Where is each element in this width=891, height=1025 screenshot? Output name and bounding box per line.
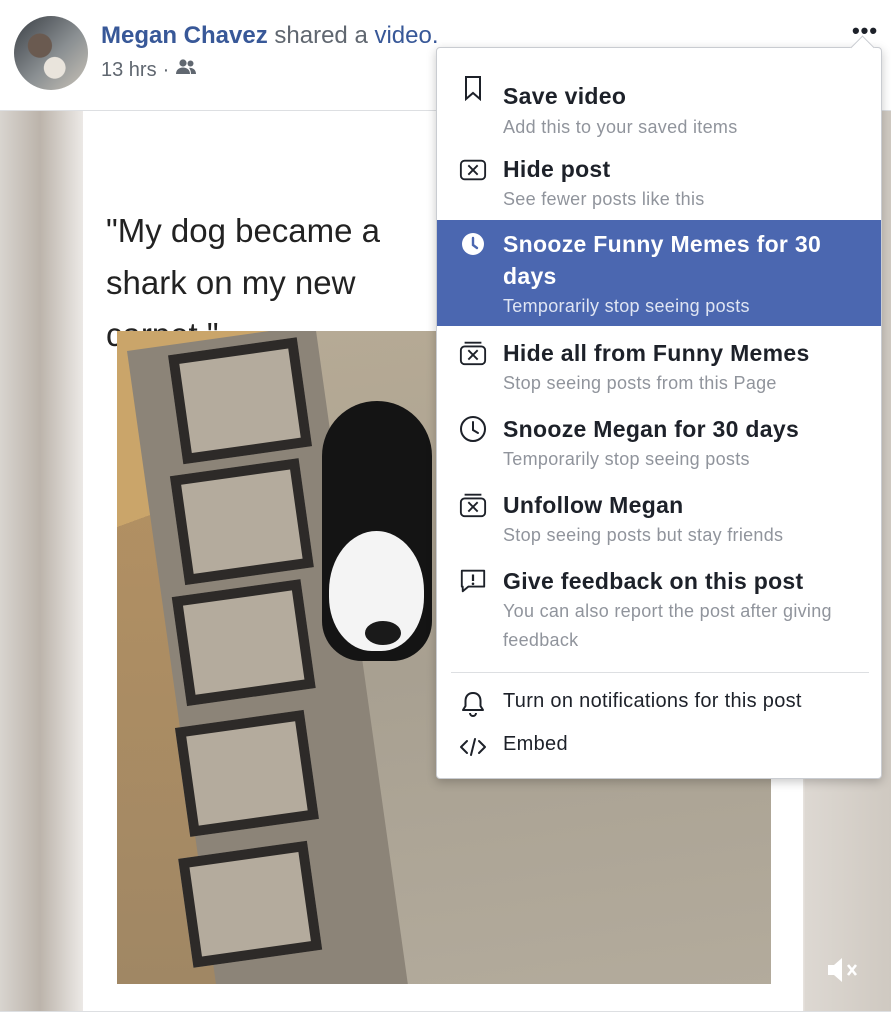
menu-item-unfollow[interactable]: Unfollow Megan Stop seeing posts but sta…	[437, 479, 881, 555]
friends-icon[interactable]	[175, 58, 197, 82]
menu-divider	[451, 672, 869, 673]
menu-item-subtitle: See fewer posts like this	[503, 189, 705, 209]
video-link[interactable]: video.	[374, 22, 438, 49]
avatar[interactable]	[14, 16, 88, 90]
menu-item-title: Give feedback on this post	[503, 568, 804, 594]
feedback-icon	[459, 567, 487, 595]
mute-icon[interactable]	[820, 952, 864, 988]
menu-item-feedback[interactable]: Give feedback on this post You can also …	[437, 555, 881, 665]
post-author-line: Megan Chavez shared a video.	[101, 22, 439, 50]
post-meta: 13 hrs ·	[101, 58, 197, 82]
menu-item-title: Snooze Megan for 30 days	[503, 416, 800, 442]
menu-item-notifications[interactable]: Turn on notifications for this post	[437, 684, 881, 724]
menu-item-title: Hide all from Funny Memes	[503, 340, 810, 366]
menu-item-save-video[interactable]: Save video Add this to your saved items	[437, 58, 881, 138]
menu-item-title: Hide post	[503, 156, 611, 182]
meta-separator: ·	[162, 58, 170, 81]
action-text: shared a	[267, 22, 375, 49]
post-options-menu: Save video Add this to your saved items …	[436, 47, 882, 779]
clock-icon	[459, 230, 487, 258]
bell-icon	[459, 690, 487, 718]
menu-item-title: Unfollow Megan	[503, 492, 684, 518]
menu-item-title: Save video	[503, 83, 627, 109]
menu-item-subtitle: Temporarily stop seeing posts	[503, 296, 750, 316]
menu-item-subtitle: Temporarily stop seeing posts	[503, 449, 750, 469]
menu-item-title: Snooze Funny Memes for 30 days	[503, 231, 822, 289]
menu-item-hide-post[interactable]: Hide post See fewer posts like this	[437, 138, 881, 219]
hide-x-icon	[459, 156, 487, 184]
author-name[interactable]: Megan Chavez	[101, 22, 268, 49]
menu-item-embed[interactable]: Embed	[437, 727, 881, 767]
menu-item-subtitle: Stop seeing posts from this Page	[503, 373, 777, 393]
hide-all-icon	[459, 339, 487, 367]
menu-item-subtitle: Stop seeing posts but stay friends	[503, 525, 784, 545]
menu-item-label: Turn on notifications for this post	[503, 690, 802, 712]
menu-item-snooze-page[interactable]: Snooze Funny Memes for 30 days Temporari…	[437, 220, 881, 326]
post-time[interactable]: 13 hrs	[101, 59, 157, 82]
menu-item-subtitle: You can also report the post after givin…	[503, 601, 832, 650]
unfollow-icon	[459, 491, 487, 519]
menu-item-label: Embed	[503, 733, 568, 755]
bottom-divider	[0, 1011, 891, 1025]
clock-outline-icon	[459, 415, 487, 443]
menu-item-snooze-person[interactable]: Snooze Megan for 30 days Temporarily sto…	[437, 403, 881, 479]
bookmark-icon	[459, 74, 487, 102]
code-icon	[459, 733, 487, 761]
dog-nose	[365, 621, 401, 645]
menu-item-hide-all[interactable]: Hide all from Funny Memes Stop seeing po…	[437, 327, 881, 403]
